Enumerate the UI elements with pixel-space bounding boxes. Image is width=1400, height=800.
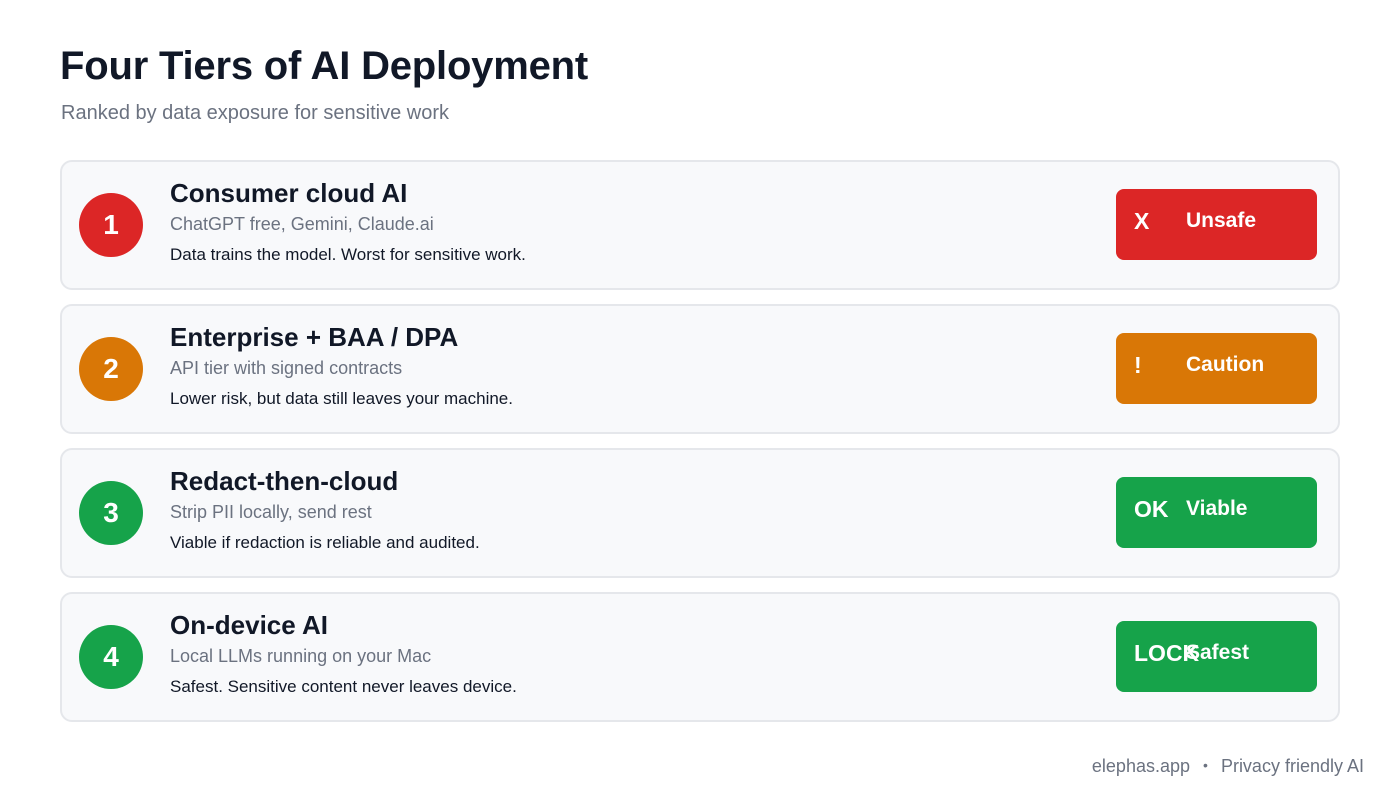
tier-title: Redact-then-cloud xyxy=(170,466,399,496)
tier-title: On-device AI xyxy=(170,610,328,640)
tier-examples: Strip PII locally, send rest xyxy=(170,502,372,522)
verdict-label: Caution xyxy=(1186,353,1265,376)
tier-title: Enterprise + BAA / DPA xyxy=(170,322,459,352)
caution-icon: ! xyxy=(1134,352,1142,378)
verdict-badge-caution: ! Caution xyxy=(1116,333,1317,404)
verdict-label: Safest xyxy=(1186,641,1250,664)
footer-site: elephas.app xyxy=(1091,756,1190,776)
tier-examples: API tier with signed contracts xyxy=(170,358,403,378)
tier-note: Safest. Sensitive content never leaves d… xyxy=(170,677,517,696)
verdict-label: Viable xyxy=(1186,497,1248,520)
verdict-label: Unsafe xyxy=(1186,209,1257,232)
verdict-badge-safest: LOCK Safest xyxy=(1116,621,1317,692)
tier-note: Lower risk, but data still leaves your m… xyxy=(170,389,513,408)
verdict-badge-unsafe: X Unsafe xyxy=(1116,189,1317,260)
tier-number-badge: 1 xyxy=(79,193,143,257)
tier-note: Viable if redaction is reliable and audi… xyxy=(170,533,480,552)
footer-tagline: Privacy friendly AI xyxy=(1220,756,1364,776)
tier-title: Consumer cloud AI xyxy=(170,178,408,208)
tier-card-3: 3 Redact-then-cloud Strip PII locally, s… xyxy=(60,448,1340,578)
unsafe-icon: X xyxy=(1134,208,1150,234)
tier-number-badge: 4 xyxy=(79,625,143,689)
tier-examples: ChatGPT free, Gemini, Claude.ai xyxy=(170,214,434,234)
tier-number-badge: 3 xyxy=(79,481,143,545)
tier-note: Data trains the model. Worst for sensiti… xyxy=(170,245,526,264)
footer-separator: • xyxy=(1203,757,1208,773)
tier-examples: Local LLMs running on your Mac xyxy=(170,646,432,666)
tier-card-4: 4 On-device AI Local LLMs running on you… xyxy=(60,592,1340,722)
tier-card-1: 1 Consumer cloud AI ChatGPT free, Gemini… xyxy=(60,160,1340,290)
page-subtitle: Ranked by data exposure for sensitive wo… xyxy=(61,102,449,124)
verdict-badge-viable: OK Viable xyxy=(1116,477,1317,548)
tier-number-badge: 2 xyxy=(79,337,143,401)
ok-icon: OK xyxy=(1134,496,1169,522)
page-title: Four Tiers of AI Deployment xyxy=(60,44,588,88)
tier-card-2: 2 Enterprise + BAA / DPA API tier with s… xyxy=(60,304,1340,434)
footer: elephas.app • Privacy friendly AI xyxy=(1092,756,1364,777)
